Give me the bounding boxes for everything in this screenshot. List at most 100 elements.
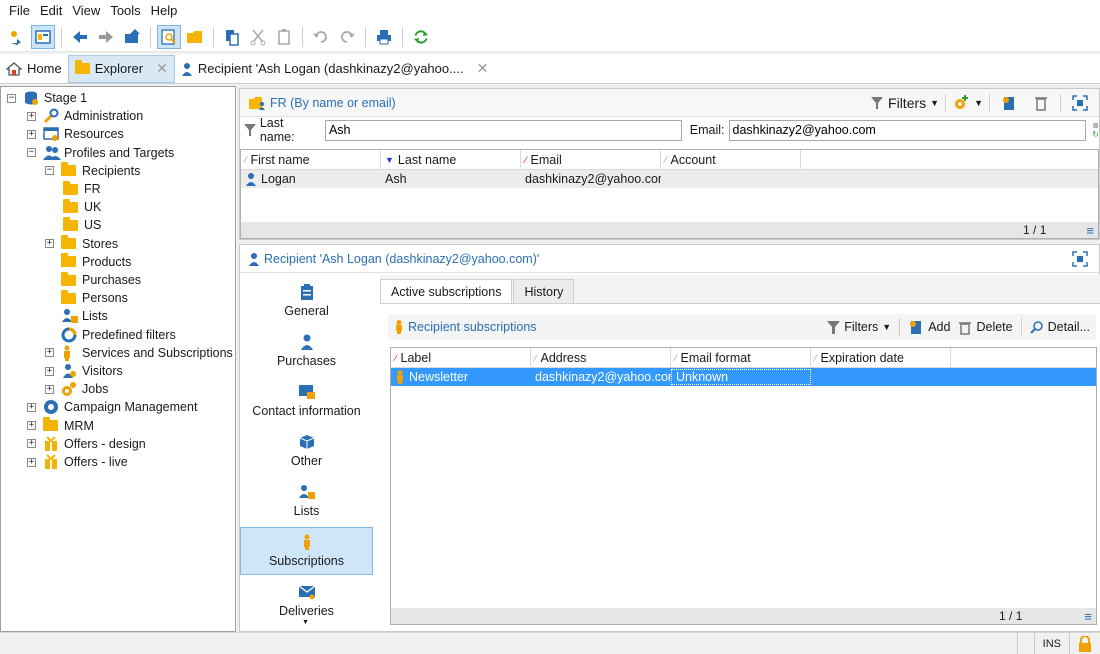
tree-item-stores[interactable]: + Stores bbox=[45, 235, 118, 253]
redo-button[interactable] bbox=[335, 25, 359, 49]
menu-lines-icon[interactable]: ≡ bbox=[1084, 609, 1092, 624]
expand-icon[interactable]: + bbox=[27, 129, 36, 139]
column-expiration-date[interactable]: ⁄ Expiration date bbox=[811, 348, 951, 367]
actions-button[interactable]: ▼ bbox=[952, 94, 983, 112]
expand-icon[interactable]: + bbox=[27, 457, 36, 467]
column-email-format[interactable]: ⁄ Email format bbox=[671, 348, 811, 367]
tree-item-offers-design[interactable]: + Offers - design bbox=[27, 435, 146, 453]
tree-item-administration[interactable]: + Administration bbox=[27, 107, 143, 125]
refresh-button[interactable] bbox=[409, 25, 433, 49]
clear-icon[interactable]: ⊗ bbox=[1092, 121, 1099, 130]
tree-item-label: UK bbox=[84, 200, 102, 215]
collapse-icon[interactable]: − bbox=[7, 93, 16, 103]
filters-button[interactable]: Filters ▼ bbox=[870, 95, 939, 111]
column-label[interactable]: ⁄ Label bbox=[391, 348, 531, 367]
table-row[interactable]: Newsletter dashkinazy2@yahoo.com Unknown bbox=[391, 368, 1096, 386]
menu-view[interactable]: View bbox=[67, 0, 105, 22]
delete-button[interactable] bbox=[1029, 91, 1053, 115]
expand-icon[interactable]: + bbox=[27, 439, 36, 449]
expand-icon[interactable]: + bbox=[27, 402, 36, 412]
column-address[interactable]: ⁄ Address bbox=[531, 348, 671, 367]
nav-contact-information[interactable]: Contact information bbox=[240, 377, 373, 425]
tree-item-resources[interactable]: + Resources bbox=[27, 125, 124, 143]
expand-icon[interactable]: + bbox=[27, 111, 36, 121]
tab-recipient[interactable]: Recipient 'Ash Logan (dashkinazy2@yahoo.… bbox=[175, 55, 494, 83]
add-subscription-button[interactable]: Add bbox=[908, 319, 950, 335]
detail-button[interactable]: Detail... bbox=[1029, 320, 1090, 334]
tree-item-mrm[interactable]: + MRM bbox=[27, 417, 94, 435]
menu-lines-icon[interactable]: ≡ bbox=[1086, 223, 1094, 238]
tree-item-persons[interactable]: Persons bbox=[45, 289, 128, 307]
delete-subscription-button[interactable]: Delete bbox=[958, 320, 1013, 335]
menu-file[interactable]: File bbox=[4, 0, 35, 22]
expand-icon[interactable]: + bbox=[45, 348, 54, 358]
parent-folder-button[interactable] bbox=[120, 25, 144, 49]
email-input[interactable] bbox=[728, 119, 1087, 141]
open-folder-button[interactable] bbox=[183, 25, 207, 49]
tree-item-jobs[interactable]: + Jobs bbox=[45, 380, 108, 398]
expand-icon[interactable]: + bbox=[45, 384, 54, 394]
tree-item-profiles-and-targets[interactable]: − Profiles and Targets bbox=[27, 144, 174, 162]
maximize-button[interactable] bbox=[1068, 91, 1092, 115]
tree-item-lists[interactable]: Lists bbox=[45, 307, 108, 325]
paste-button[interactable] bbox=[272, 25, 296, 49]
tree-item-uk[interactable]: UK bbox=[63, 198, 101, 216]
menu-tools[interactable]: Tools bbox=[105, 0, 145, 22]
forward-button[interactable] bbox=[94, 25, 118, 49]
column-account[interactable]: ⁄ Account bbox=[661, 150, 801, 169]
collapse-icon[interactable]: − bbox=[45, 166, 54, 176]
gear-plus-icon bbox=[955, 94, 969, 109]
last-name-input[interactable] bbox=[324, 119, 682, 141]
tree-item-visitors[interactable]: + Visitors bbox=[45, 362, 123, 380]
tab-history[interactable]: History bbox=[513, 279, 575, 303]
tree-item-products[interactable]: Products bbox=[45, 253, 131, 271]
tree-item-stage-1[interactable]: − Stage 1 bbox=[7, 89, 87, 107]
expand-icon[interactable]: + bbox=[45, 366, 54, 376]
pager: 1 / 1 bbox=[1023, 223, 1047, 237]
close-icon[interactable]: ✕ bbox=[156, 60, 168, 77]
new-recipient-button[interactable] bbox=[997, 91, 1021, 115]
tree-item-recipients[interactable]: − Recipients bbox=[45, 162, 140, 180]
expand-icon[interactable]: + bbox=[45, 239, 54, 249]
filters-button[interactable]: Filters ▼ bbox=[827, 320, 891, 334]
search-folder-button[interactable] bbox=[157, 24, 181, 49]
tree-item-fr[interactable]: FR bbox=[63, 180, 101, 198]
expand-icon[interactable]: + bbox=[27, 421, 36, 431]
nav-purchases[interactable]: Purchases bbox=[240, 327, 373, 375]
print-button[interactable] bbox=[372, 25, 396, 49]
explorer-view-button[interactable] bbox=[31, 24, 55, 49]
refresh-icon[interactable]: ↻ bbox=[1092, 130, 1099, 139]
column-first-name[interactable]: ⁄ First name bbox=[241, 150, 381, 169]
copy-button[interactable] bbox=[220, 25, 244, 49]
scroll-down-icon[interactable]: ▼ bbox=[302, 619, 309, 626]
nav-general[interactable]: General bbox=[240, 277, 373, 325]
tree-item-us[interactable]: US bbox=[63, 216, 101, 234]
connect-button[interactable] bbox=[5, 25, 29, 49]
nav-lists[interactable]: Lists bbox=[240, 477, 373, 525]
menu-help[interactable]: Help bbox=[146, 0, 183, 22]
tab-explorer[interactable]: Explorer ✕ bbox=[67, 54, 175, 83]
separator bbox=[989, 93, 990, 112]
nav-deliveries[interactable]: Deliveries bbox=[240, 577, 373, 625]
collapse-icon[interactable]: − bbox=[27, 148, 36, 158]
tree-item-campaign-management[interactable]: + Campaign Management bbox=[27, 398, 197, 416]
close-icon[interactable]: ✕ bbox=[477, 60, 489, 77]
tree-item-services-and-subscriptions[interactable]: + Services and Subscriptions bbox=[45, 344, 233, 362]
column-email[interactable]: ⁄ Email bbox=[521, 150, 661, 169]
tab-active-subscriptions[interactable]: Active subscriptions bbox=[380, 279, 513, 303]
tree-item-offers-live[interactable]: + Offers - live bbox=[27, 453, 128, 471]
table-row[interactable]: Logan Ash dashkinazy2@yahoo.com bbox=[241, 170, 1098, 188]
tree-item-purchases[interactable]: Purchases bbox=[45, 271, 141, 289]
cut-button[interactable] bbox=[246, 25, 270, 49]
undo-button[interactable] bbox=[309, 25, 333, 49]
nav-subscriptions[interactable]: Subscriptions bbox=[240, 527, 373, 575]
tree-item-label: Profiles and Targets bbox=[64, 145, 175, 160]
maximize-button[interactable] bbox=[1068, 247, 1092, 271]
undo-icon bbox=[313, 30, 327, 43]
nav-other[interactable]: Other bbox=[240, 427, 373, 475]
tree-item-predefined-filters[interactable]: Predefined filters bbox=[45, 326, 176, 344]
menu-edit[interactable]: Edit bbox=[35, 0, 67, 22]
tab-home[interactable]: Home bbox=[0, 55, 68, 83]
back-button[interactable] bbox=[68, 25, 92, 49]
column-last-name[interactable]: ▼ Last name bbox=[381, 150, 521, 169]
